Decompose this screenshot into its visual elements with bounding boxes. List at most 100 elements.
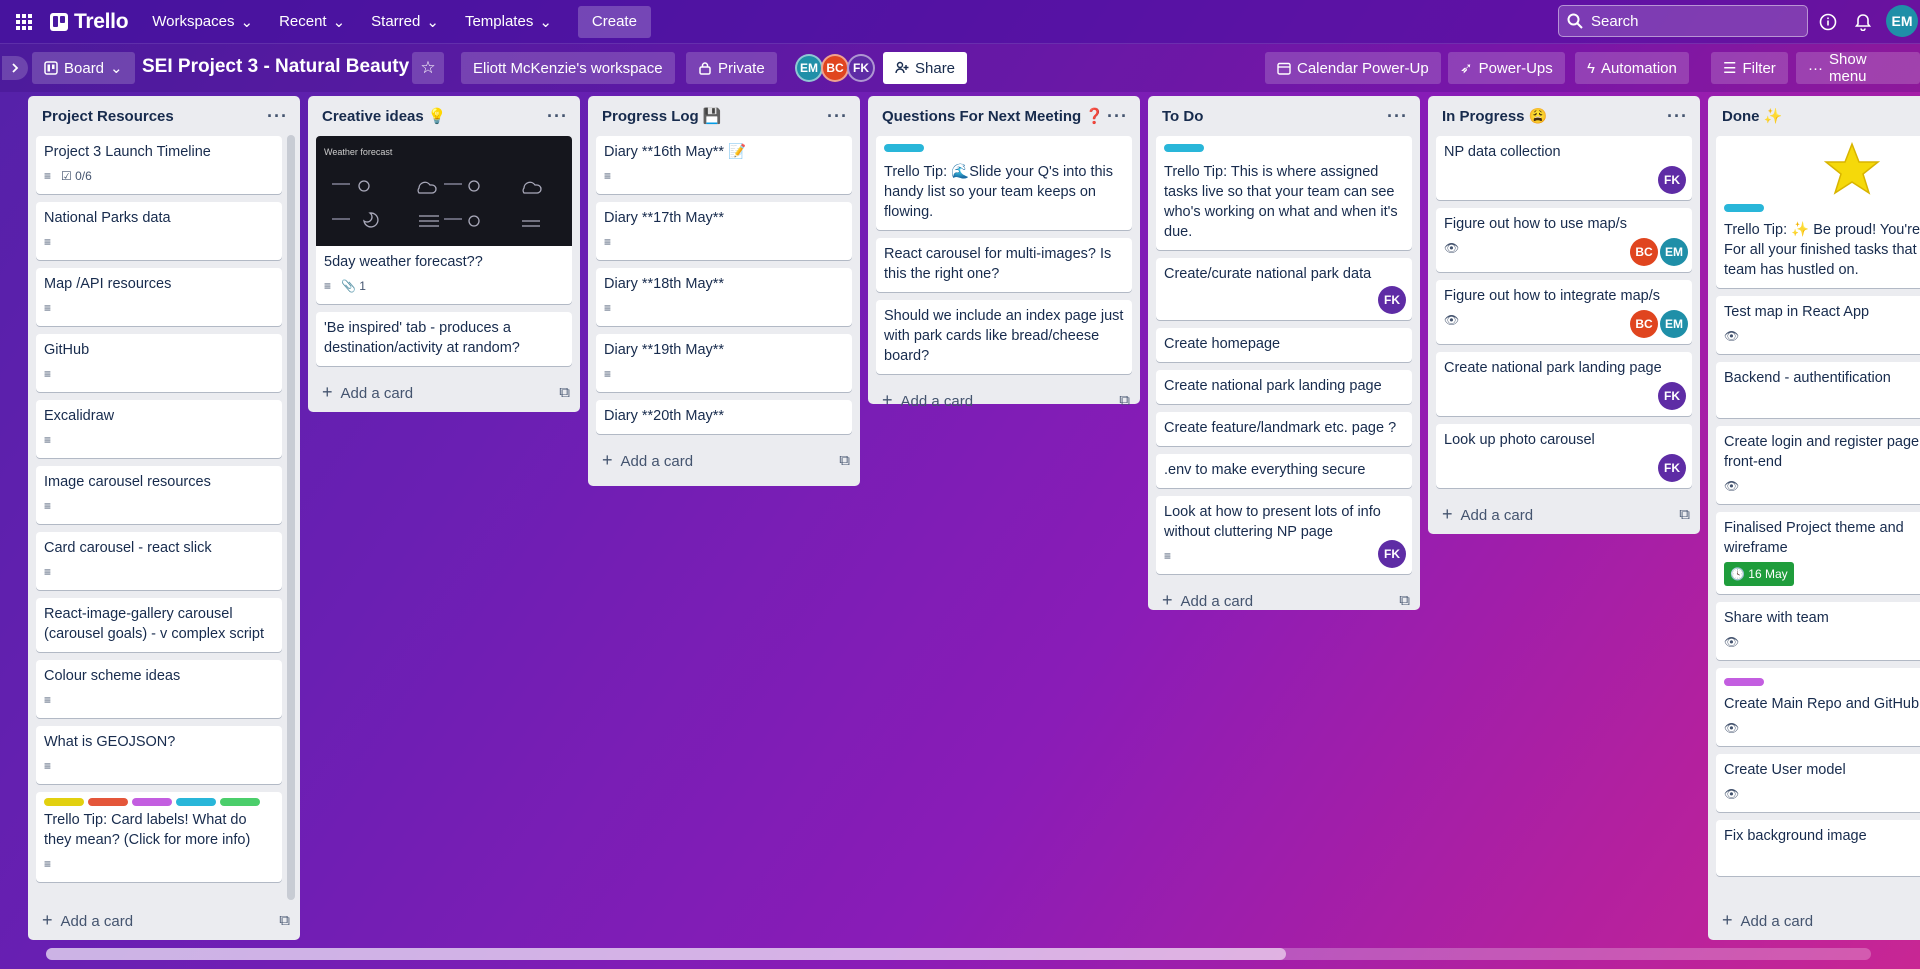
automation-button[interactable]: ϟ Automation xyxy=(1575,52,1689,84)
member-avatar-bc[interactable]: BC xyxy=(1630,238,1658,266)
card[interactable]: Create homepage xyxy=(1156,328,1412,362)
template-icon[interactable]: ⧉ xyxy=(1399,592,1410,609)
user-avatar[interactable]: EM xyxy=(1886,5,1918,37)
board-view-switcher[interactable]: Board ⌄ xyxy=(32,52,135,84)
card[interactable]: Card carousel - react slick ≡ xyxy=(36,532,282,590)
card[interactable]: Test map in React App 👁 xyxy=(1716,296,1920,354)
starred-menu[interactable]: Starred ⌄ xyxy=(359,6,451,38)
card[interactable]: Create User model 👁 xyxy=(1716,754,1920,812)
card[interactable]: Diary **17th May** ≡ xyxy=(596,202,852,260)
card[interactable]: React-image-gallery carousel (carousel g… xyxy=(36,598,282,652)
board-horizontal-scrollbar[interactable] xyxy=(46,948,1871,960)
powerups-button[interactable]: ➶ Power-Ups xyxy=(1448,52,1565,84)
add-card-button[interactable]: + Add a card ⧉ xyxy=(28,902,300,938)
card[interactable]: Create Main Repo and GitHub 👁 xyxy=(1716,668,1920,746)
card[interactable]: Figure out how to integrate map/s 👁 BC EM xyxy=(1436,280,1692,344)
card[interactable]: NP data collection FK xyxy=(1436,136,1692,200)
app-switcher-icon[interactable] xyxy=(12,10,36,34)
list-title[interactable]: Questions For Next Meeting ❓ xyxy=(882,107,1104,125)
list-menu-icon[interactable]: ··· xyxy=(1107,107,1128,125)
sidebar-expand-icon[interactable] xyxy=(2,56,28,80)
add-card-button[interactable]: + Add a card ⧉ xyxy=(588,442,860,478)
add-card-button[interactable]: + Add a card ⧉ xyxy=(308,374,580,410)
card[interactable]: Should we include an index page just wit… xyxy=(876,300,1132,374)
card[interactable]: Finalised Project theme and wireframe 🕓 … xyxy=(1716,512,1920,594)
card[interactable]: Fix background image xyxy=(1716,820,1920,876)
card[interactable]: Trello Tip: This is where assigned tasks… xyxy=(1156,136,1412,250)
member-avatar-em[interactable]: EM xyxy=(1660,310,1688,338)
list-menu-icon[interactable]: ··· xyxy=(267,107,288,125)
list-title[interactable]: Creative ideas 💡 xyxy=(322,107,447,125)
create-button[interactable]: Create xyxy=(577,5,651,38)
filter-button[interactable]: ☰ Filter xyxy=(1711,52,1788,84)
card[interactable]: National Parks data ≡ xyxy=(36,202,282,260)
card[interactable]: Trello Tip: Card labels! What do they me… xyxy=(36,792,282,882)
list-menu-icon[interactable]: ··· xyxy=(827,107,848,125)
add-card-button[interactable]: + Add a card ⧉ xyxy=(1148,582,1420,618)
card[interactable]: Diary **18th May** ≡ xyxy=(596,268,852,326)
recent-menu[interactable]: Recent ⌄ xyxy=(267,6,357,38)
due-date-badge[interactable]: 🕓 16 May xyxy=(1724,562,1794,586)
add-card-button[interactable]: + Add a card ⧉ xyxy=(868,382,1140,418)
member-avatar-fk[interactable]: FK xyxy=(1658,454,1686,482)
template-icon[interactable]: ⧉ xyxy=(1119,392,1130,409)
list-title[interactable]: Project Resources xyxy=(42,108,174,125)
card[interactable]: What is GEOJSON? ≡ xyxy=(36,726,282,784)
card[interactable]: Share with team 👁 xyxy=(1716,602,1920,660)
member-avatar-em[interactable]: EM xyxy=(1660,238,1688,266)
template-icon[interactable]: ⧉ xyxy=(279,912,290,929)
card[interactable]: Backend - authentification xyxy=(1716,362,1920,418)
list-title[interactable]: In Progress 😩 xyxy=(1442,107,1547,125)
list-title[interactable]: Done ✨ xyxy=(1722,107,1782,125)
card[interactable]: Look up photo carousel FK xyxy=(1436,424,1692,488)
card[interactable]: .env to make everything secure xyxy=(1156,454,1412,488)
card[interactable]: Excalidraw ≡ xyxy=(36,400,282,458)
card[interactable]: 'Be inspired' tab - produces a destinati… xyxy=(316,312,572,366)
templates-menu[interactable]: Templates ⌄ xyxy=(453,6,564,38)
card[interactable]: Create national park landing page xyxy=(1156,370,1412,404)
member-avatar-fk[interactable]: FK xyxy=(1658,166,1686,194)
list-title[interactable]: Progress Log 💾 xyxy=(602,107,722,125)
card[interactable]: React carousel for multi-images? Is this… xyxy=(876,238,1132,292)
member-avatar-em[interactable]: EM xyxy=(795,54,823,82)
card[interactable]: Trello Tip: ✨ Be proud! You're done! For… xyxy=(1716,136,1920,288)
calendar-powerup-button[interactable]: Calendar Power-Up xyxy=(1265,52,1441,84)
list-scrollbar[interactable] xyxy=(287,135,295,900)
template-icon[interactable]: ⧉ xyxy=(559,384,570,401)
member-avatar-bc[interactable]: BC xyxy=(821,54,849,82)
member-avatar-fk[interactable]: FK xyxy=(1378,540,1406,568)
card[interactable]: Trello Tip: 🌊Slide your Q's into this ha… xyxy=(876,136,1132,230)
search-input[interactable]: Search xyxy=(1558,5,1808,37)
card[interactable]: Colour scheme ideas ≡ xyxy=(36,660,282,718)
card[interactable]: Diary **19th May** ≡ xyxy=(596,334,852,392)
list-menu-icon[interactable]: ··· xyxy=(1387,107,1408,125)
member-avatar-bc[interactable]: BC xyxy=(1630,310,1658,338)
list-menu-icon[interactable]: ··· xyxy=(547,107,568,125)
card[interactable]: GitHub ≡ xyxy=(36,334,282,392)
card[interactable]: Create feature/landmark etc. page ? xyxy=(1156,412,1412,446)
show-menu-button[interactable]: ··· Show menu xyxy=(1796,51,1920,85)
member-avatar-fk[interactable]: FK xyxy=(1658,382,1686,410)
add-card-button[interactable]: + Add a card xyxy=(1708,902,1920,938)
card[interactable]: Look at how to present lots of info with… xyxy=(1156,496,1412,574)
template-icon[interactable]: ⧉ xyxy=(839,452,850,469)
member-avatar-fk[interactable]: FK xyxy=(1378,286,1406,314)
workspace-button[interactable]: Eliott McKenzie's workspace xyxy=(461,52,675,84)
card[interactable]: Weather forecast 5day weather forecast??… xyxy=(316,136,572,304)
info-icon[interactable] xyxy=(1817,11,1839,33)
trello-logo[interactable]: Trello xyxy=(50,10,129,34)
card[interactable]: Diary **20th May** xyxy=(596,400,852,434)
card[interactable]: Create login and register page front-end… xyxy=(1716,426,1920,504)
board-title[interactable]: SEI Project 3 - Natural Beauty xyxy=(142,56,409,78)
list-menu-icon[interactable]: ··· xyxy=(1667,107,1688,125)
template-icon[interactable]: ⧉ xyxy=(1679,506,1690,523)
card[interactable]: Diary **16th May** 📝 ≡ xyxy=(596,136,852,194)
notification-bell-icon[interactable] xyxy=(1852,11,1874,33)
card[interactable]: Figure out how to use map/s 👁 BC EM xyxy=(1436,208,1692,272)
card[interactable]: Image carousel resources ≡ xyxy=(36,466,282,524)
list-title[interactable]: To Do xyxy=(1162,108,1203,125)
star-board-button[interactable]: ☆ xyxy=(412,52,444,84)
share-button[interactable]: Share xyxy=(883,52,968,84)
card[interactable]: Create/curate national park data FK xyxy=(1156,258,1412,320)
visibility-button[interactable]: Private xyxy=(686,52,777,84)
